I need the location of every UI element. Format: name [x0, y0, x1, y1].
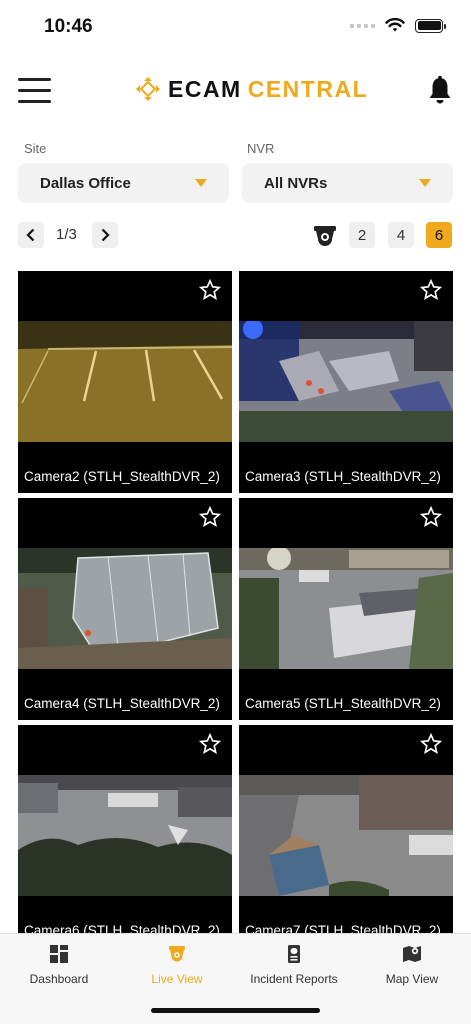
wifi-icon — [385, 18, 405, 32]
live-view-icon — [169, 946, 185, 962]
logo-text: ECAM CENTRAL — [168, 75, 369, 102]
favorite-star-icon[interactable] — [420, 279, 442, 301]
tab-incident-reports[interactable]: Incident Reports — [235, 944, 353, 988]
grid-option-6[interactable]: 6 — [426, 222, 452, 248]
nvr-label: NVR — [247, 141, 275, 156]
favorite-star-icon[interactable] — [199, 733, 221, 755]
tab-label: Incident Reports — [250, 972, 338, 986]
camera-feed-image — [18, 321, 232, 442]
site-dropdown[interactable]: Dallas Office — [18, 163, 229, 203]
status-time: 10:46 — [44, 16, 93, 37]
camera-tile[interactable]: Camera5 (STLH_StealthDVR_2) — [239, 498, 453, 720]
notification-bell-icon[interactable] — [427, 75, 453, 105]
grid-option-4[interactable]: 4 — [388, 222, 414, 248]
chevron-left-icon — [26, 228, 35, 242]
nvr-value: All NVRs — [264, 175, 328, 192]
camera-tile[interactable]: Camera2 (STLH_StealthDVR_2) — [18, 271, 232, 493]
camera-tile[interactable]: Camera6 (STLH_StealthDVR_2) — [18, 725, 232, 947]
favorite-star-icon[interactable] — [199, 279, 221, 301]
site-value: Dallas Office — [40, 175, 131, 192]
status-bar: 10:46 — [0, 0, 471, 52]
favorite-star-icon[interactable] — [420, 733, 442, 755]
tab-live-view[interactable]: Live View — [118, 944, 236, 988]
caret-down-icon — [419, 179, 431, 187]
camera-feed-image — [239, 775, 453, 896]
app-header: ECAM CENTRAL — [0, 66, 471, 116]
favorite-star-icon[interactable] — [199, 506, 221, 528]
tab-label: Map View — [385, 972, 439, 986]
camera-name: Camera3 (STLH_StealthDVR_2) — [245, 469, 441, 484]
logo-mark-icon — [136, 77, 160, 101]
battery-icon — [415, 18, 446, 33]
tab-label: Dashboard — [29, 972, 89, 986]
menu-icon[interactable] — [18, 78, 51, 104]
camera-feed-image — [18, 775, 232, 896]
camera-name: Camera2 (STLH_StealthDVR_2) — [24, 469, 220, 484]
dashboard-icon — [50, 945, 68, 963]
cellular-signal-icon — [350, 23, 375, 28]
camera-type-icon[interactable] — [312, 222, 338, 248]
camera-feed-image — [239, 321, 453, 442]
map-view-icon — [403, 946, 421, 962]
tab-dashboard[interactable]: Dashboard — [0, 944, 118, 988]
nvr-dropdown[interactable]: All NVRs — [242, 163, 453, 203]
status-icons — [350, 18, 446, 33]
previous-page-button[interactable] — [18, 222, 44, 248]
next-page-button[interactable] — [92, 222, 118, 248]
camera-tile[interactable]: Camera3 (STLH_StealthDVR_2) — [239, 271, 453, 493]
incident-reports-icon — [288, 945, 300, 963]
ecam-central-logo: ECAM CENTRAL — [134, 75, 368, 103]
camera-tile[interactable]: Camera7 (STLH_StealthDVR_2) — [239, 725, 453, 947]
site-label: Site — [24, 141, 47, 156]
chevron-right-icon — [101, 228, 110, 242]
caret-down-icon — [195, 179, 207, 187]
page-indicator: 1/3 — [56, 226, 77, 243]
tab-label: Live View — [151, 972, 203, 986]
grid-option-2[interactable]: 2 — [349, 222, 375, 248]
camera-name: Camera5 (STLH_StealthDVR_2) — [245, 696, 441, 711]
camera-feed-image — [239, 548, 453, 669]
camera-name: Camera4 (STLH_StealthDVR_2) — [24, 696, 220, 711]
home-indicator — [151, 1008, 320, 1013]
camera-feed-image — [18, 548, 232, 669]
camera-tile[interactable]: Camera4 (STLH_StealthDVR_2) — [18, 498, 232, 720]
tab-map-view[interactable]: Map View — [353, 944, 471, 988]
favorite-star-icon[interactable] — [420, 506, 442, 528]
